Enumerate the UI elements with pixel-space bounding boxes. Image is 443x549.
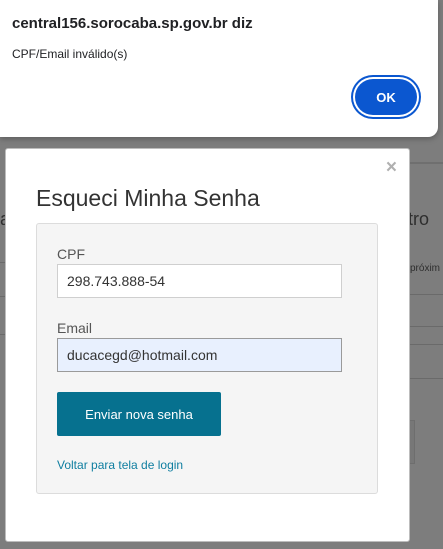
background-text-right: tro [408,209,430,229]
cpf-input[interactable]: 298.743.888-54 [57,264,342,298]
alert-title: central156.sorocaba.sp.gov.br diz [12,15,253,32]
send-new-password-button[interactable]: Enviar nova senha [57,392,221,436]
form-panel: CPF 298.743.888-54 Email ducacegd@hotmai… [36,223,378,494]
background-divider [408,162,443,164]
email-input[interactable]: ducacegd@hotmail.com [57,338,342,372]
background-line [408,378,443,379]
browser-alert-dialog: central156.sorocaba.sp.gov.br diz CPF/Em… [0,0,438,137]
background-line [408,294,443,295]
background-line [408,344,443,345]
close-icon[interactable]: × [386,157,397,179]
ok-button[interactable]: OK [355,79,417,115]
background-line [408,326,443,327]
forgot-password-modal: × Esqueci Minha Senha CPF 298.743.888-54… [5,148,410,542]
cpf-label: CPF [57,246,85,262]
back-to-login-link[interactable]: Voltar para tela de login [57,458,183,472]
modal-title: Esqueci Minha Senha [36,185,260,211]
email-label: Email [57,320,93,336]
background-text-right-small: próxim [410,263,441,274]
alert-message: CPF/Email inválido(s) [12,47,128,61]
